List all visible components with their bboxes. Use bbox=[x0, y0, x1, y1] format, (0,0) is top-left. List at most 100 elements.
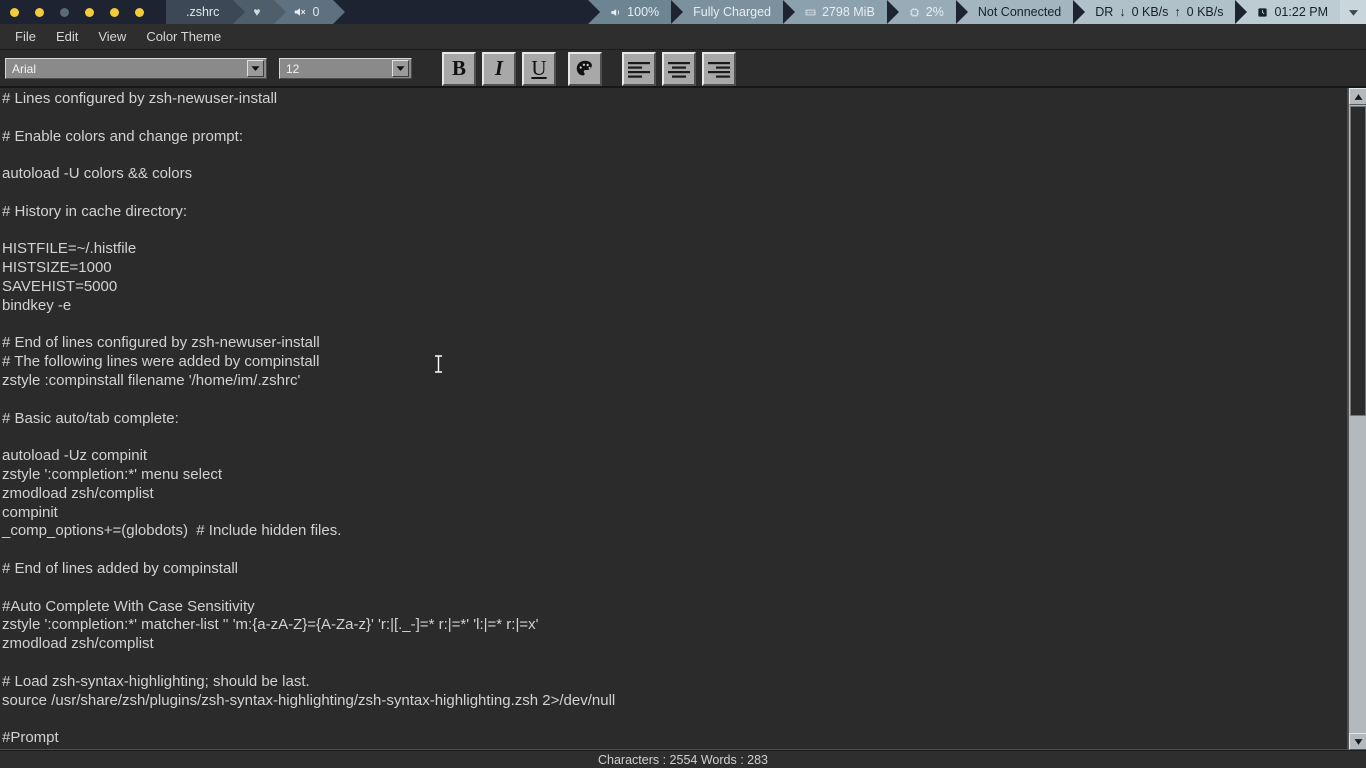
font-size-dropdown-chevron-down-icon[interactable] bbox=[392, 60, 409, 77]
font-family-dropdown-chevron-down-icon[interactable] bbox=[247, 60, 264, 77]
editor-line: compinit bbox=[2, 503, 58, 521]
panel-right-cluster: 100% Fully Charged 2798 MiB 2% Not Conne… bbox=[588, 0, 1366, 24]
menu-item-file[interactable]: File bbox=[6, 26, 45, 47]
editor-line: zstyle ':completion:*' menu select bbox=[2, 465, 222, 483]
editor-line: bindkey -e bbox=[2, 296, 72, 314]
panel-battery-segment[interactable]: Fully Charged bbox=[671, 0, 783, 24]
editor-line: # End of lines configured by zsh-newuser… bbox=[2, 334, 320, 352]
volume-value-label: 0 bbox=[312, 5, 320, 19]
segment-divider-5 bbox=[955, 0, 968, 24]
panel-memory-segment[interactable]: 2798 MiB bbox=[782, 0, 887, 24]
workspace-dot-6[interactable] bbox=[135, 7, 144, 17]
editor-line: # Load zsh-syntax-highlighting; should b… bbox=[2, 672, 310, 690]
scroll-up-arrow-icon[interactable] bbox=[1349, 88, 1366, 105]
battery-label: Fully Charged bbox=[693, 5, 771, 19]
desktop-top-panel: .zshrc ♥ 0 100% Fully Charged 2798 MiB 2… bbox=[0, 0, 1366, 24]
segment-divider-7 bbox=[1235, 0, 1248, 24]
system-tray-chevron-down-icon[interactable] bbox=[1340, 0, 1366, 24]
formatting-toolbar: Arial 12 B I U bbox=[0, 51, 1366, 88]
workspace-dot-5[interactable] bbox=[110, 7, 119, 17]
font-size-value: 12 bbox=[286, 61, 300, 76]
underline-button[interactable]: U bbox=[522, 51, 556, 86]
network-label: Not Connected bbox=[977, 5, 1062, 19]
editor-status-bar: Characters : 2554 Words : 283 bbox=[0, 750, 1366, 768]
workspace-dot-4[interactable] bbox=[85, 7, 94, 17]
editor-line: _comp_options+=(globdots) # Include hidd… bbox=[2, 522, 342, 540]
font-family-select[interactable]: Arial bbox=[5, 58, 267, 79]
editor-area: # Lines configured by zsh-newuser-instal… bbox=[0, 88, 1366, 750]
editor-line: # Lines configured by zsh-newuser-instal… bbox=[2, 90, 278, 107]
font-family-value: Arial bbox=[12, 61, 37, 76]
panel-cpu-segment[interactable]: 2% bbox=[886, 0, 956, 24]
application-menu-bar: File Edit View Color Theme bbox=[0, 24, 1366, 50]
download-icon: ↓ bbox=[1119, 5, 1126, 19]
editor-line: # End of lines added by compinstall bbox=[2, 559, 238, 577]
editor-line: zmodload zsh/complist bbox=[2, 484, 154, 502]
scrollbar-thumb[interactable] bbox=[1350, 106, 1366, 416]
brightness-label: 100% bbox=[627, 5, 660, 19]
align-left-icon bbox=[627, 60, 651, 78]
segment-divider-1 bbox=[588, 0, 601, 24]
workspace-dot-3[interactable] bbox=[60, 7, 69, 17]
scroll-down-arrow-icon[interactable] bbox=[1349, 733, 1366, 750]
menu-item-edit[interactable]: Edit bbox=[47, 26, 87, 47]
align-left-button[interactable] bbox=[622, 51, 656, 86]
editor-line: # The following lines were added by comp… bbox=[2, 353, 320, 371]
editor-line: HISTFILE=~/.histfile bbox=[2, 240, 137, 258]
cpu-label: 2% bbox=[925, 5, 944, 19]
panel-clock-segment[interactable]: 01:22 PM bbox=[1235, 0, 1340, 24]
menu-item-color-theme[interactable]: Color Theme bbox=[137, 26, 230, 47]
segment-divider-3 bbox=[782, 0, 795, 24]
font-size-select[interactable]: 12 bbox=[279, 58, 412, 79]
workspace-dot-2[interactable] bbox=[35, 7, 44, 17]
align-center-icon bbox=[667, 60, 691, 78]
upload-label: 0 KB/s bbox=[1186, 5, 1224, 19]
memory-label: 2798 MiB bbox=[821, 5, 875, 19]
text-color-button[interactable] bbox=[568, 51, 602, 86]
upload-icon: ↑ bbox=[1174, 5, 1181, 19]
segment-divider-6 bbox=[1073, 0, 1086, 24]
download-label: 0 KB/s bbox=[1131, 5, 1169, 19]
align-right-icon bbox=[707, 60, 731, 78]
netspeed-prefix-label: DR bbox=[1095, 5, 1114, 19]
volume-muted-icon bbox=[294, 6, 306, 18]
editor-line: SAVEHIST=5000 bbox=[2, 277, 118, 295]
brightness-icon bbox=[610, 7, 621, 18]
editor-line: # Enable colors and change prompt: bbox=[2, 127, 243, 145]
editor-vertical-scrollbar[interactable] bbox=[1348, 88, 1366, 750]
italic-button[interactable]: I bbox=[482, 51, 516, 86]
text-editor-canvas[interactable]: # Lines configured by zsh-newuser-instal… bbox=[0, 88, 1348, 750]
editor-line: #Auto Complete With Case Sensitivity bbox=[2, 597, 255, 615]
menu-item-view[interactable]: View bbox=[89, 26, 135, 47]
editor-line: zmodload zsh/complist bbox=[2, 635, 154, 653]
editor-line: # Basic auto/tab complete: bbox=[2, 409, 179, 427]
workspace-dot-1[interactable] bbox=[10, 7, 19, 17]
panel-brightness-segment[interactable]: 100% bbox=[588, 0, 672, 24]
editor-line: HISTSIZE=1000 bbox=[2, 259, 112, 277]
align-right-button[interactable] bbox=[702, 51, 736, 86]
clock-label: 01:22 PM bbox=[1274, 5, 1328, 19]
bold-button[interactable]: B bbox=[442, 51, 476, 86]
align-center-button[interactable] bbox=[662, 51, 696, 86]
workspace-indicator-group[interactable] bbox=[0, 0, 166, 24]
panel-network-segment[interactable]: Not Connected bbox=[955, 0, 1074, 24]
palette-icon bbox=[574, 58, 596, 80]
memory-icon bbox=[805, 7, 816, 18]
segment-divider-2 bbox=[671, 0, 684, 24]
editor-line: zstyle ':completion:*' matcher-list '' '… bbox=[2, 616, 539, 634]
cpu-icon bbox=[909, 7, 920, 18]
editor-line: source /usr/share/zsh/plugins/zsh-syntax… bbox=[2, 691, 616, 709]
clock-icon bbox=[1257, 7, 1268, 18]
panel-netspeed-segment[interactable]: DR ↓ 0 KB/s ↑ 0 KB/s bbox=[1073, 0, 1236, 24]
editor-line: # History in cache directory: bbox=[2, 202, 188, 220]
window-title-label: .zshrc bbox=[186, 5, 220, 19]
panel-left-cluster: .zshrc ♥ 0 bbox=[0, 0, 346, 24]
panel-window-title[interactable]: .zshrc bbox=[166, 0, 246, 24]
